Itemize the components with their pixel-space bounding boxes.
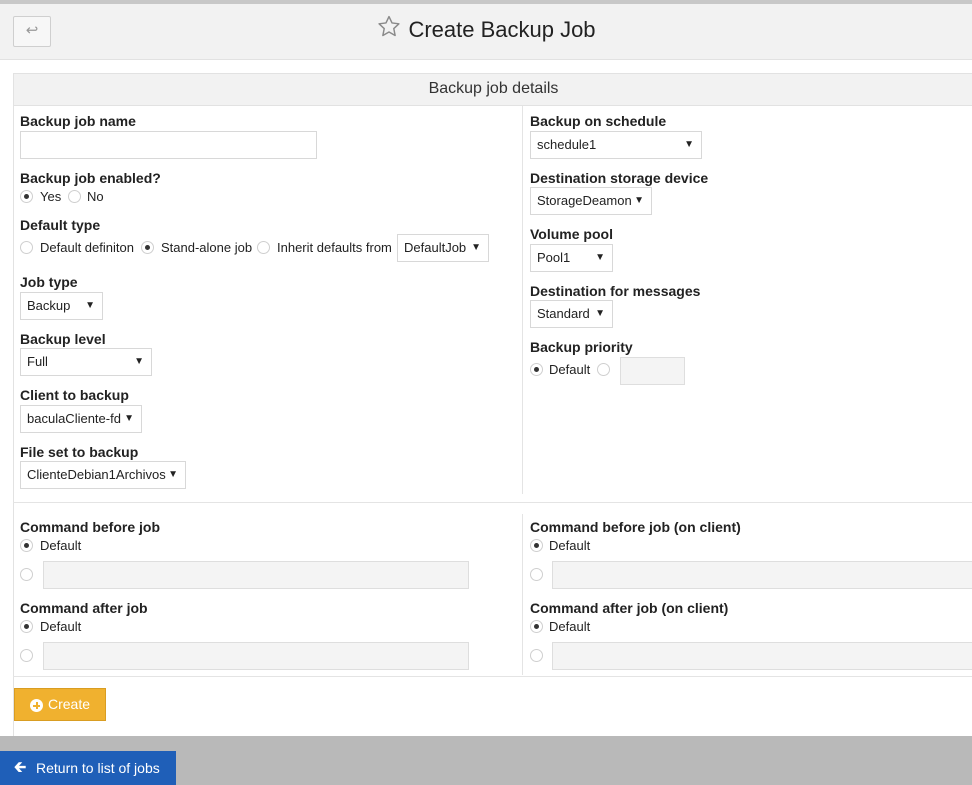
pool-label: Volume pool bbox=[530, 226, 613, 242]
client-label: Client to backup bbox=[20, 387, 129, 403]
backup-level-label: Backup level bbox=[20, 331, 106, 347]
cmd-after-input[interactable] bbox=[43, 642, 469, 670]
priority-custom-radio[interactable] bbox=[597, 363, 610, 376]
job-type-value: Backup bbox=[27, 298, 71, 313]
cmd-before-client-custom-radio[interactable] bbox=[530, 568, 543, 581]
priority-default-radio[interactable] bbox=[530, 363, 543, 376]
plus-circle-icon bbox=[30, 699, 43, 712]
messages-label: Destination for messages bbox=[530, 283, 701, 299]
pool-select[interactable]: Pool1 ▼ bbox=[530, 244, 613, 272]
cmd-before-client-default-radio[interactable] bbox=[530, 539, 543, 552]
cmd-after-default-radio[interactable] bbox=[20, 620, 33, 633]
cmd-after-custom-radio[interactable] bbox=[20, 649, 33, 662]
priority-label: Backup priority bbox=[530, 339, 633, 355]
enabled-yes-radio[interactable] bbox=[20, 190, 33, 203]
messages-value: Standard bbox=[537, 306, 590, 321]
cmd-after-client-custom-radio[interactable] bbox=[530, 649, 543, 662]
column-divider bbox=[522, 106, 523, 494]
job-type-label: Job type bbox=[20, 274, 78, 290]
job-type-select[interactable]: Backup ▼ bbox=[20, 292, 103, 320]
enabled-label: Backup job enabled? bbox=[20, 170, 161, 186]
cmd-before-client-default-label: Default bbox=[549, 538, 591, 553]
priority-default-label: Default bbox=[549, 362, 591, 377]
cmd-before-client-input[interactable] bbox=[552, 561, 972, 589]
chevron-down-icon: ▼ bbox=[168, 469, 178, 480]
cmd-after-client-default-radio[interactable] bbox=[530, 620, 543, 633]
chevron-down-icon: ▼ bbox=[595, 252, 605, 263]
fileset-value: ClienteDebian1Archivos bbox=[27, 467, 166, 482]
arrow-left-icon: 🡰 bbox=[14, 759, 27, 776]
fileset-label: File set to backup bbox=[20, 444, 139, 460]
priority-input[interactable] bbox=[620, 357, 685, 385]
cmd-before-label: Command before job bbox=[20, 519, 161, 535]
cmd-after-client-default-label: Default bbox=[549, 619, 591, 634]
page-title-wrap: Create Backup Job bbox=[0, 14, 972, 43]
standalone-radio[interactable] bbox=[141, 241, 154, 254]
storage-select[interactable]: StorageDeamon ▼ bbox=[530, 187, 652, 215]
enabled-no-radio[interactable] bbox=[68, 190, 81, 203]
chevron-down-icon: ▼ bbox=[471, 242, 481, 253]
chevron-down-icon: ▼ bbox=[684, 139, 694, 150]
inherit-label: Inherit defaults from bbox=[277, 240, 392, 255]
pool-value: Pool1 bbox=[537, 250, 571, 265]
cmd-before-default-label: Default bbox=[40, 538, 82, 553]
client-select[interactable]: baculaCliente-fd ▼ bbox=[20, 405, 142, 433]
enabled-yes-label: Yes bbox=[40, 189, 62, 204]
section-divider-bottom bbox=[13, 676, 972, 677]
backup-level-select[interactable]: Full ▼ bbox=[20, 348, 152, 376]
schedule-select[interactable]: schedule1 ▼ bbox=[530, 131, 702, 159]
return-to-jobs-button[interactable]: 🡰 Return to list of jobs bbox=[0, 751, 176, 785]
default-definition-label: Default definiton bbox=[40, 240, 134, 255]
column-divider-commands bbox=[522, 514, 523, 675]
default-type-label: Default type bbox=[20, 217, 101, 233]
star-icon[interactable] bbox=[376, 14, 402, 39]
cmd-before-default-radio[interactable] bbox=[20, 539, 33, 552]
return-button-label: Return to list of jobs bbox=[36, 760, 160, 776]
enabled-no-label: No bbox=[87, 189, 104, 204]
messages-select[interactable]: Standard ▼ bbox=[530, 300, 613, 328]
cmd-before-custom-radio[interactable] bbox=[20, 568, 33, 581]
create-button[interactable]: Create bbox=[14, 688, 106, 721]
section-divider bbox=[13, 502, 972, 503]
job-name-input[interactable] bbox=[20, 131, 317, 159]
storage-label: Destination storage device bbox=[530, 170, 709, 186]
cmd-before-client-label: Command before job (on client) bbox=[530, 519, 741, 535]
chevron-down-icon: ▼ bbox=[634, 195, 644, 206]
inherit-job-select[interactable]: DefaultJob ▼ bbox=[397, 234, 489, 262]
chevron-down-icon: ▼ bbox=[85, 300, 95, 311]
job-name-label: Backup job name bbox=[20, 113, 136, 129]
schedule-value: schedule1 bbox=[537, 137, 597, 152]
inherit-job-value: DefaultJob bbox=[404, 240, 467, 255]
fileset-select[interactable]: ClienteDebian1Archivos ▼ bbox=[20, 461, 186, 489]
inherit-radio[interactable] bbox=[257, 241, 270, 254]
backup-level-value: Full bbox=[27, 354, 48, 369]
cmd-after-client-label: Command after job (on client) bbox=[530, 600, 729, 616]
standalone-label: Stand-alone job bbox=[161, 240, 253, 255]
storage-value: StorageDeamon bbox=[537, 193, 632, 208]
default-definition-radio[interactable] bbox=[20, 241, 33, 254]
cmd-after-label: Command after job bbox=[20, 600, 148, 616]
panel-heading: Backup job details bbox=[14, 74, 972, 106]
chevron-down-icon: ▼ bbox=[134, 356, 144, 367]
create-button-label: Create bbox=[48, 696, 91, 712]
cmd-after-client-input[interactable] bbox=[552, 642, 972, 670]
client-value: baculaCliente-fd bbox=[27, 411, 121, 426]
cmd-before-input[interactable] bbox=[43, 561, 469, 589]
chevron-down-icon: ▼ bbox=[124, 413, 134, 424]
schedule-label: Backup on schedule bbox=[530, 113, 667, 129]
page-header: ↩ Create Backup Job bbox=[0, 4, 972, 60]
chevron-down-icon: ▼ bbox=[595, 308, 605, 319]
cmd-after-default-label: Default bbox=[40, 619, 82, 634]
page-title: Create Backup Job bbox=[408, 17, 596, 42]
